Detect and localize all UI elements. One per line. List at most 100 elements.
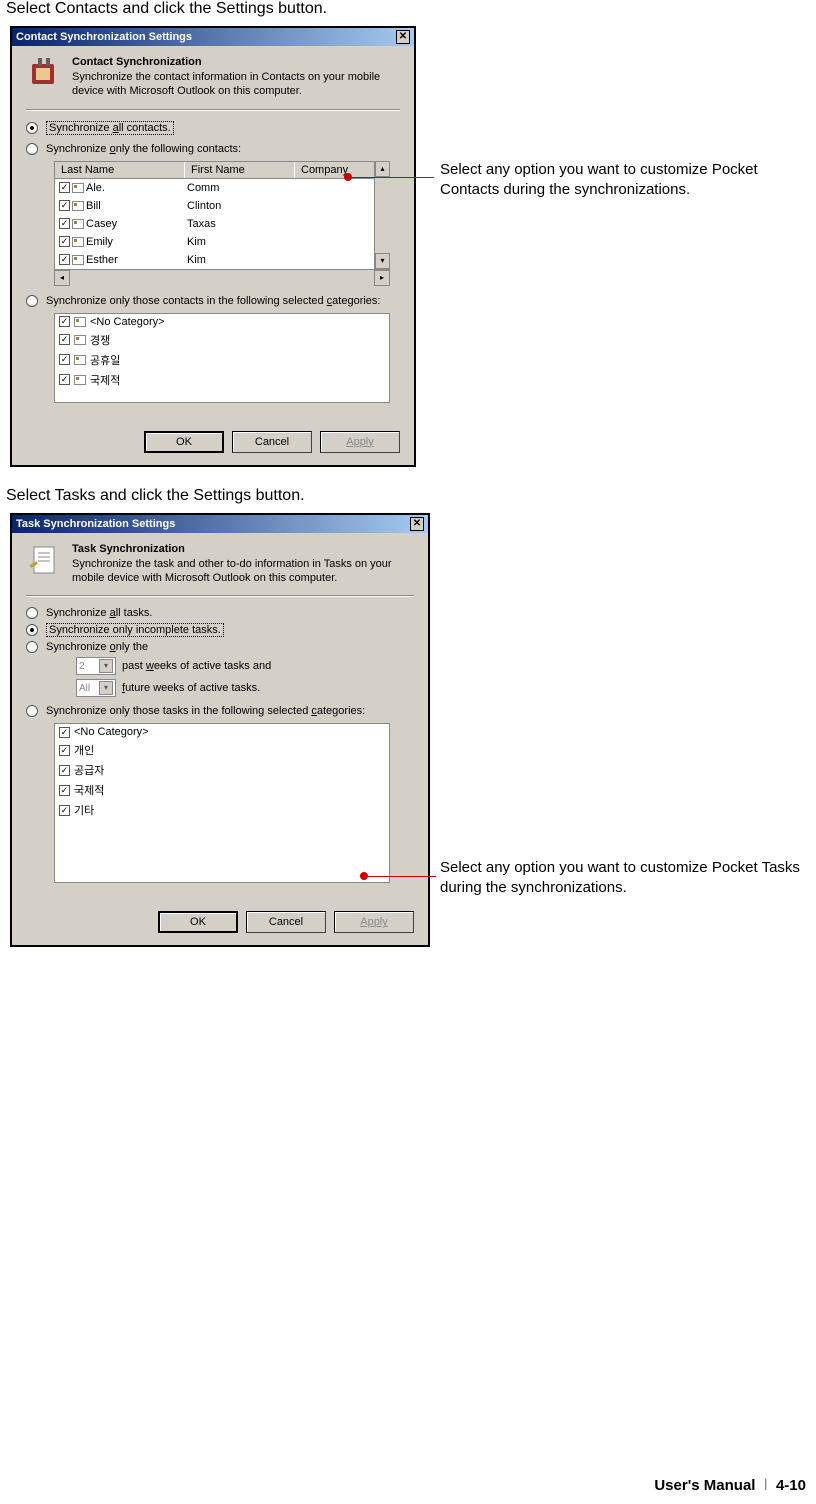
checkbox[interactable]: ✓: [59, 334, 70, 345]
ok-button[interactable]: OK: [158, 911, 238, 933]
card-icon: [74, 335, 86, 345]
scrollbar-horizontal[interactable]: ◂ ▸: [54, 269, 390, 285]
table-row[interactable]: ✓ Emily Kim: [55, 233, 373, 251]
list-item[interactable]: ✓ <No Category>: [55, 724, 389, 740]
header-title: Contact Synchronization: [72, 56, 400, 68]
separator: [26, 109, 400, 111]
list-item[interactable]: ✓ 공급자: [55, 760, 389, 780]
checkbox[interactable]: ✓: [59, 785, 70, 796]
cell-last-name: Bill: [86, 200, 101, 212]
cell-first-name: Clinton: [185, 200, 295, 212]
callout-dot: [344, 173, 352, 181]
list-item[interactable]: ✓국제적: [55, 370, 389, 390]
cell-first-name: Taxas: [185, 218, 295, 230]
titlebar: Contact Synchronization Settings ✕: [12, 28, 414, 46]
category-label: 기타: [74, 802, 94, 818]
header-title: Task Synchronization: [72, 543, 414, 555]
task-sync-dialog: Task Synchronization Settings ✕ Task Syn…: [10, 513, 430, 948]
scroll-left-icon[interactable]: ◂: [54, 270, 70, 286]
annotation-tasks: Select any option you want to customize …: [440, 858, 800, 897]
scroll-up-icon[interactable]: ▴: [375, 161, 390, 177]
category-list[interactable]: ✓ <No Category> ✓ 경쟁 ✓공휴일✓국제적: [54, 313, 390, 403]
cancel-button[interactable]: Cancel: [246, 911, 326, 933]
checkbox[interactable]: ✓: [59, 727, 70, 738]
checkbox[interactable]: ✓: [59, 805, 70, 816]
checkbox[interactable]: ✓: [59, 374, 70, 385]
col-first-name[interactable]: First Name: [185, 162, 295, 178]
chevron-down-icon[interactable]: ▾: [99, 681, 113, 695]
col-last-name[interactable]: Last Name: [55, 162, 185, 178]
contacts-table: Last Name First Name Company ✓Ale.Comm✓B…: [54, 161, 390, 285]
list-item[interactable]: ✓공휴일: [55, 350, 389, 370]
instruction-tasks: Select Tasks and click the Settings butt…: [6, 487, 810, 505]
list-item[interactable]: ✓ 개인: [55, 740, 389, 760]
table-row[interactable]: ✓ Bill Clinton: [55, 197, 373, 215]
past-weeks-label: past weeks of active tasks and: [122, 660, 271, 672]
radio-sync-all[interactable]: [26, 122, 38, 134]
table-row[interactable]: ✓ Ale. Comm: [55, 179, 373, 197]
header-desc: Synchronize the task and other to-do inf…: [72, 557, 414, 586]
table-row[interactable]: ✓ Casey Taxas: [55, 215, 373, 233]
checkbox[interactable]: ✓: [59, 354, 70, 365]
header-desc: Synchronize the contact information in C…: [72, 70, 400, 99]
checkbox[interactable]: ✓: [59, 316, 70, 327]
close-icon[interactable]: ✕: [410, 517, 424, 531]
callout-dot: [360, 872, 368, 880]
chevron-down-icon[interactable]: ▾: [99, 659, 113, 673]
cell-first-name: Comm: [185, 182, 295, 194]
radio-sync-task-categories[interactable]: [26, 705, 38, 717]
card-icon: [72, 219, 84, 229]
radio-sync-only-the[interactable]: [26, 641, 38, 653]
radio-sync-only[interactable]: [26, 143, 38, 155]
checkbox[interactable]: ✓: [59, 218, 70, 229]
checkbox[interactable]: ✓: [59, 254, 70, 265]
cell-first-name: Kim: [185, 254, 295, 266]
checkbox[interactable]: ✓: [59, 765, 70, 776]
list-item[interactable]: ✓ 경쟁: [55, 330, 389, 350]
cell-last-name: Ale.: [86, 182, 105, 194]
list-item[interactable]: ✓ 기타: [55, 800, 389, 820]
checkbox[interactable]: ✓: [59, 745, 70, 756]
card-icon: [72, 201, 84, 211]
task-category-list[interactable]: ✓<No Category>✓개인✓공급자✓국제적✓기타: [54, 723, 390, 883]
card-icon: [74, 355, 86, 365]
callout-line: [352, 177, 434, 178]
cell-first-name: Kim: [185, 236, 295, 248]
category-label: 공급자: [74, 762, 104, 778]
category-label: 개인: [74, 742, 94, 758]
category-label: <No Category>: [74, 726, 149, 738]
radio-sync-task-categories-label: Synchronize only those tasks in the foll…: [46, 705, 365, 717]
apply-button[interactable]: Apply: [320, 431, 400, 453]
ok-button[interactable]: OK: [144, 431, 224, 453]
scroll-down-icon[interactable]: ▾: [375, 253, 390, 269]
card-icon: [74, 375, 86, 385]
scroll-right-icon[interactable]: ▸: [374, 270, 390, 286]
checkbox[interactable]: ✓: [59, 182, 70, 193]
future-weeks-combo[interactable]: All▾: [76, 679, 116, 697]
table-row[interactable]: ✓ Esther Kim: [55, 251, 373, 269]
cell-last-name: Emily: [86, 236, 113, 248]
category-label: 경쟁: [90, 332, 110, 348]
page-footer: User's Manual ⅼ 4-10: [654, 1476, 806, 1494]
radio-sync-all-tasks[interactable]: [26, 607, 38, 619]
cancel-button[interactable]: Cancel: [232, 431, 312, 453]
callout-line: [368, 876, 436, 877]
checkbox[interactable]: ✓: [59, 200, 70, 211]
cell-last-name: Casey: [86, 218, 117, 230]
card-icon: [74, 317, 86, 327]
footer-separator: ⅼ: [764, 1477, 768, 1494]
category-label: <No Category>: [90, 316, 165, 328]
card-icon: [72, 183, 84, 193]
radio-sync-incomplete[interactable]: [26, 624, 38, 636]
contact-sync-dialog: Contact Synchronization Settings ✕ Conta…: [10, 26, 416, 467]
radio-sync-categories[interactable]: [26, 295, 38, 307]
list-item[interactable]: ✓국제적: [55, 780, 389, 800]
apply-button[interactable]: Apply: [334, 911, 414, 933]
cell-last-name: Esther: [86, 254, 118, 266]
past-weeks-combo[interactable]: 2▾: [76, 657, 116, 675]
close-icon[interactable]: ✕: [396, 30, 410, 44]
list-item[interactable]: ✓ <No Category>: [55, 314, 389, 330]
radio-sync-only-label: Synchronize only the following contacts:: [46, 143, 241, 155]
annotation-contacts: Select any option you want to customize …: [440, 160, 800, 199]
checkbox[interactable]: ✓: [59, 236, 70, 247]
